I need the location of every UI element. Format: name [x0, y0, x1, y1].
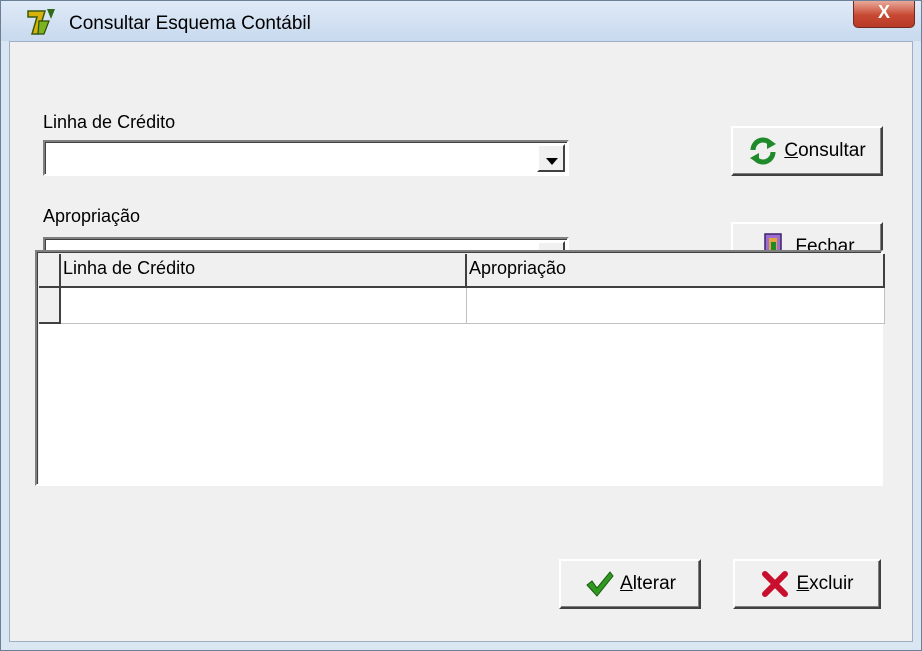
- column-header-apropriacao[interactable]: Apropriação: [467, 254, 885, 288]
- linha-credito-combobox[interactable]: [43, 140, 569, 176]
- chevron-down-icon[interactable]: [537, 144, 565, 172]
- title-bar[interactable]: Consultar Esquema Contábil X: [1, 1, 921, 41]
- refresh-icon: [750, 137, 777, 165]
- delete-x-icon: [762, 571, 789, 597]
- linha-credito-label: Linha de Crédito: [43, 112, 176, 132]
- consultar-button[interactable]: Consultar: [731, 126, 883, 176]
- consultar-label: Consultar: [784, 140, 866, 161]
- dialog-window: Consultar Esquema Contábil X Linha de Cr…: [0, 0, 922, 651]
- grid-empty-area: [39, 324, 881, 486]
- window-title: Consultar Esquema Contábil: [69, 13, 311, 34]
- data-grid[interactable]: Linha de Crédito Apropriação: [35, 250, 885, 486]
- excluir-label: Excluir: [796, 573, 854, 594]
- grid-cell-apropriacao[interactable]: [467, 288, 885, 324]
- row-indicator[interactable]: [39, 288, 61, 324]
- grid-body: Linha de Crédito Apropriação: [39, 254, 885, 486]
- grid-corner-cell: [39, 254, 61, 288]
- app-logo-icon: [27, 9, 55, 35]
- close-icon: X: [877, 2, 890, 22]
- close-button[interactable]: X: [853, 1, 915, 28]
- column-header-linha-credito[interactable]: Linha de Crédito: [61, 254, 467, 288]
- grid-cell-linha-credito[interactable]: [61, 288, 467, 324]
- alterar-button[interactable]: Alterar: [559, 559, 701, 609]
- alterar-label: Alterar: [620, 573, 676, 594]
- checkmark-icon: [586, 571, 614, 597]
- apropriacao-label: Apropriação: [43, 206, 141, 226]
- excluir-button[interactable]: Excluir: [733, 559, 881, 609]
